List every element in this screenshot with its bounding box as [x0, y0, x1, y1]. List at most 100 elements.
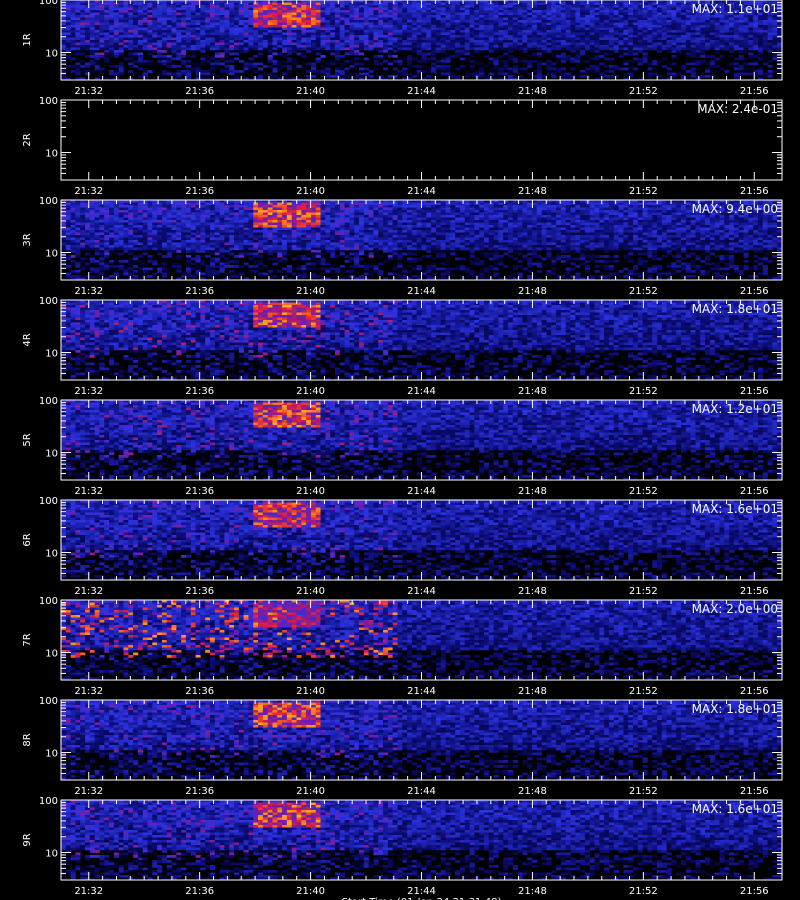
x-tick-label: 21:32	[74, 486, 103, 497]
x-tick-label: 21:36	[185, 286, 214, 297]
panel-5r: 1010021:32 21:36 21:40 21:44 21:48 21:52 21:56…	[22, 396, 782, 497]
x-tick-label: 21:52	[629, 686, 658, 697]
panel-label: 4R	[22, 333, 33, 346]
panel-1r: 1010021:32 21:36 21:40 21:44 21:48 21:52 21:56…	[22, 0, 782, 97]
x-tick-label: 21:48	[518, 586, 547, 597]
x-tick-label: 21:48	[518, 886, 547, 897]
y-tick-label: 10	[45, 249, 58, 260]
y-tick-label: 100	[39, 696, 58, 707]
x-tick-label: 21:52	[629, 286, 658, 297]
x-tick-label: 21:40	[296, 86, 325, 97]
y-tick-label: 10	[45, 449, 58, 460]
max-label: MAX: 9.4e+00	[692, 202, 778, 216]
y-tick-label: 100	[39, 196, 58, 207]
x-tick-label: 21:32	[74, 86, 103, 97]
y-tick-label: 100	[39, 396, 58, 407]
y-tick-label: 100	[39, 296, 58, 307]
x-tick-label: 21:36	[185, 86, 214, 97]
x-tick-label: 21:32	[74, 786, 103, 797]
max-label: MAX: 1.8e+01	[692, 702, 778, 716]
x-tick-label: 21:36	[185, 486, 214, 497]
x-tick-label: 21:36	[185, 386, 214, 397]
panel-label: 7R	[22, 633, 33, 646]
panel-label: 1R	[22, 33, 33, 46]
x-tick-label: 21:36	[185, 686, 214, 697]
panel-3r: 1010021:32 21:36 21:40 21:44 21:48 21:52 21:56…	[22, 196, 782, 297]
x-tick-label: 21:52	[629, 386, 658, 397]
x-tick-label: 21:32	[74, 386, 103, 397]
heatmap-cells	[61, 200, 782, 280]
x-tick-label: 21:40	[296, 786, 325, 797]
x-tick-label: 21:32	[74, 686, 103, 697]
x-tick-label: 21:44	[407, 586, 436, 597]
x-tick-label: 21:40	[296, 886, 325, 897]
plot-background	[61, 100, 782, 180]
panel-label: 2R	[22, 133, 33, 146]
max-label: MAX: 1.6e+01	[692, 502, 778, 516]
heatmap-cells	[61, 500, 782, 580]
y-tick-label: 100	[39, 796, 58, 807]
x-tick-label: 21:56	[740, 386, 769, 397]
x-tick-label: 21:52	[629, 886, 658, 897]
x-tick-label: 21:40	[296, 586, 325, 597]
x-tick-label: 21:56	[740, 686, 769, 697]
panel-4r: 1010021:32 21:36 21:40 21:44 21:48 21:52 21:56…	[22, 296, 782, 397]
x-tick-label: 21:32	[74, 186, 103, 197]
panel-label: 6R	[22, 533, 33, 546]
x-tick-label: 21:56	[740, 486, 769, 497]
max-label: MAX: 2.4e-01	[697, 102, 778, 116]
x-tick-label: 21:44	[407, 186, 436, 197]
panel-8r: 1010021:32 21:36 21:40 21:44 21:48 21:52 21:56…	[22, 696, 782, 797]
x-tick-label: 21:48	[518, 186, 547, 197]
x-tick-label: 21:52	[629, 486, 658, 497]
x-tick-label: 21:44	[407, 286, 436, 297]
panel-7r: 10 100 21:32 21:36 21:40 21:44 21:48 21:52 21:56…	[22, 596, 782, 697]
y-tick-label: 10	[45, 149, 58, 160]
y-tick-label: 10	[45, 849, 58, 860]
panel-label: 5R	[22, 433, 33, 446]
x-tick-label: 21:48	[518, 786, 547, 797]
y-tick-label: 10	[45, 349, 58, 360]
x-tick-label: 21:52	[629, 786, 658, 797]
y-tick-label: 100	[39, 496, 58, 507]
max-label: MAX: 1.6e+01	[692, 802, 778, 816]
x-tick-label: 21:44	[407, 886, 436, 897]
panel-label: 9R	[22, 833, 33, 846]
x-tick-label: 21:56	[740, 886, 769, 897]
x-tick-label: 21:36	[185, 586, 214, 597]
x-tick-label: 21:56	[740, 286, 769, 297]
x-tick-label: 21:52	[629, 86, 658, 97]
x-tick-label: 21:40	[296, 286, 325, 297]
x-tick-label: 21:52	[629, 186, 658, 197]
x-tick-label: 21:56	[740, 586, 769, 597]
x-tick-label: 21:40	[296, 686, 325, 697]
x-tick-label: 21:32	[74, 286, 103, 297]
x-tick-label: 21:48	[518, 86, 547, 97]
panel-label: 3R	[22, 233, 33, 246]
x-tick-label: 21:36	[185, 886, 214, 897]
x-tick-label: 21:44	[407, 686, 436, 697]
x-tick-label: 21:40	[296, 186, 325, 197]
panel-6r: 1010021:32 21:36 21:40 21:44 21:48 21:52 21:56…	[22, 496, 782, 597]
x-tick-label: 21:32	[74, 886, 103, 897]
y-tick-label: 100	[39, 596, 58, 607]
panel-label: 8R	[22, 733, 33, 746]
y-tick-label: 10	[45, 549, 58, 560]
x-tick-label: 21:52	[629, 586, 658, 597]
y-tick-label: 100	[39, 0, 58, 7]
x-tick-label: 21:40	[296, 486, 325, 497]
x-tick-label: 21:44	[407, 386, 436, 397]
max-label: MAX: 1.2e+01	[692, 402, 778, 416]
max-label: MAX: 1.8e+01	[692, 302, 778, 316]
x-tick-label: 21:44	[407, 486, 436, 497]
y-tick-label: 10	[45, 649, 58, 660]
max-label: MAX: 1.1e+01	[692, 2, 778, 16]
x-tick-label: 21:48	[518, 686, 547, 697]
x-tick-label: 21:56	[740, 86, 769, 97]
panel-2r: 1010021:32 21:36 21:40 21:44 21:48 21:52 21:56…	[22, 96, 782, 197]
max-label: MAX: 2.0e+00	[692, 602, 778, 616]
x-tick-label: 21:40	[296, 386, 325, 397]
panel-9r: 10 100 21:32 21:36 21:40 21:44 21:48 21:52 21:56…	[22, 796, 782, 897]
x-tick-label: 21:36	[185, 186, 214, 197]
x-tick-label: 21:56	[740, 786, 769, 797]
